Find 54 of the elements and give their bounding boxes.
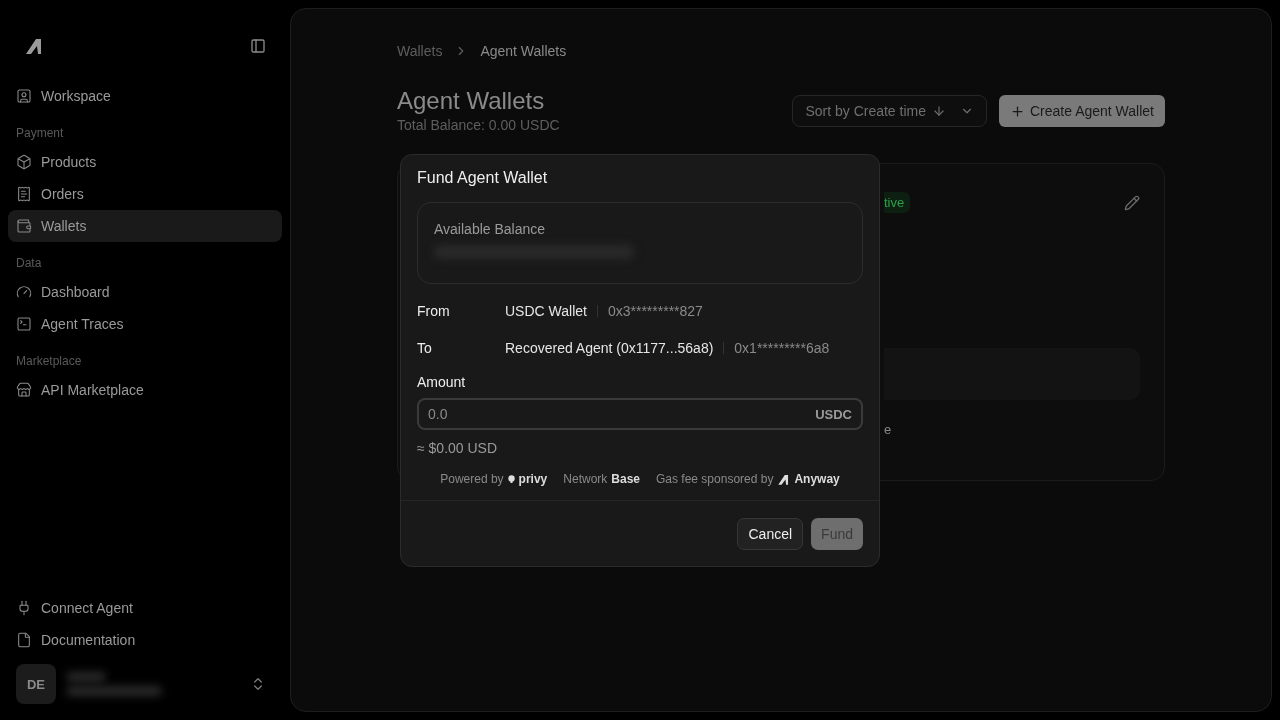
total-balance: Total Balance: 0.00 USDC	[397, 117, 560, 133]
currency-label: USDC	[815, 407, 852, 422]
dot-icon	[507, 475, 515, 483]
network-name: Base	[611, 472, 640, 486]
create-wallet-button[interactable]: Create Agent Wallet	[999, 95, 1165, 127]
row-label: From	[417, 303, 451, 319]
nav-item[interactable]: Documentation	[8, 624, 282, 656]
document-icon	[16, 632, 32, 648]
wallet-icon	[16, 218, 32, 234]
blurred-name	[66, 672, 106, 682]
nav-item[interactable]: Orders	[8, 178, 282, 210]
nav-item[interactable]: Agent Traces	[8, 308, 282, 340]
usd-value: ≈ $0.00 USD	[417, 440, 499, 456]
dialog-title: Fund Agent Wallet	[417, 169, 549, 187]
card-footer-text: e	[884, 422, 892, 437]
box-icon	[16, 154, 32, 170]
sponsor-name: Anyway	[794, 472, 840, 486]
row-label: To	[417, 340, 433, 356]
logo-icon	[777, 472, 791, 486]
receipt-icon	[16, 186, 32, 202]
plus-icon	[1010, 103, 1025, 119]
edit-icon[interactable]	[1124, 194, 1140, 211]
section-title: Marketplace	[15, 353, 83, 370]
cancel-button[interactable]: Cancel	[737, 517, 804, 550]
wallet-name: USDC Wallet	[505, 303, 587, 319]
privy-logo: privy	[518, 472, 548, 486]
breadcrumb-link[interactable]: Agent Wallets	[480, 43, 567, 59]
page-title: Agent Wallets	[397, 87, 546, 115]
section-title: Payment	[15, 125, 65, 142]
nav-item[interactable]: Products	[8, 146, 282, 178]
square-icon	[16, 88, 32, 104]
wallet-name: Recovered Agent (0x1177...56a8)	[505, 340, 714, 356]
section-title: Data	[15, 255, 43, 272]
nav-item[interactable]: Dashboard	[8, 276, 282, 308]
user-avatar[interactable]: DE	[16, 664, 56, 704]
powered-by-label: Powered by	[440, 472, 504, 486]
gas-fee-label: Gas fee sponsored by	[656, 472, 774, 486]
nav-item[interactable]: Connect Agent	[8, 592, 282, 624]
nav-item[interactable]: API Marketplace	[8, 374, 282, 406]
wallet-address: 0x3*********827	[607, 303, 703, 319]
balance-label: Available Balance	[434, 221, 547, 237]
terminal-icon	[16, 316, 32, 332]
gauge-icon	[16, 284, 32, 300]
logo-icon	[24, 36, 44, 56]
plug-icon	[16, 600, 32, 616]
sidebar-toggle-icon[interactable]	[250, 38, 266, 54]
network-label: Network	[563, 472, 608, 486]
wallet-address: 0x1*********6a8	[734, 340, 830, 356]
nav-item[interactable]: Wallets	[8, 210, 282, 242]
status-badge: tive	[884, 192, 911, 213]
store-icon	[16, 382, 32, 398]
sort-dropdown[interactable]: Sort by Create time	[792, 95, 987, 127]
nav-item[interactable]: Workspace	[8, 80, 282, 112]
amount-label: Amount	[417, 374, 467, 390]
